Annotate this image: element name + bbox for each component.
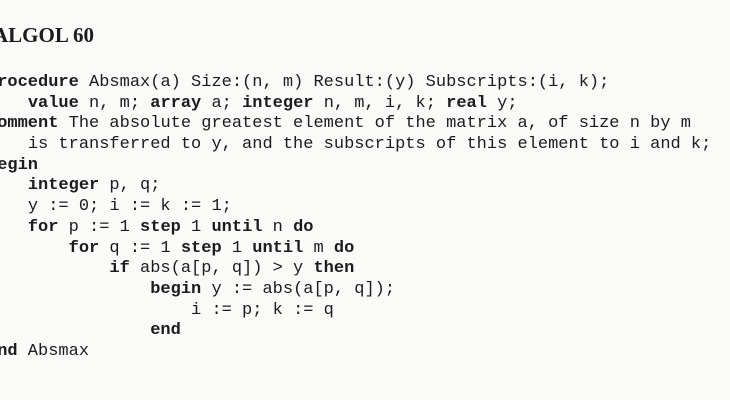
code-keyword: for — [27, 217, 59, 237]
code-listing: procedure Absmax(a) Size:(n, m) Result:(… — [0, 73, 711, 363]
code-text: p, q; — [99, 176, 161, 196]
code-text: n, m, i, k; — [313, 93, 447, 113]
code-keyword: do — [293, 217, 314, 237]
code-line: for q := 1 step 1 until m do — [0, 239, 711, 260]
code-line: end — [0, 321, 711, 342]
code-line: end Absmax — [0, 342, 711, 363]
code-line: comment The absolute greatest element of… — [0, 114, 711, 135]
code-text: q := 1 — [99, 238, 181, 258]
code-text: p := 1 — [58, 217, 141, 237]
code-keyword: end — [0, 341, 18, 361]
code-line: integer p, q; — [0, 176, 711, 197]
code-keyword: array — [150, 93, 202, 113]
section-heading: ALGOL 60 — [0, 23, 94, 47]
code-text: Absmax(a) Size:(n, m) Result:(y) Subscri… — [78, 73, 610, 92]
code-text: i := p; k := q — [191, 300, 334, 320]
code-text: m — [303, 238, 334, 258]
code-line: procedure Absmax(a) Size:(n, m) Result:(… — [0, 73, 711, 94]
code-text: y := abs(a[p, q]); — [201, 279, 396, 299]
code-keyword: until — [211, 217, 263, 237]
code-keyword: step — [140, 217, 181, 237]
code-text: 1 — [221, 238, 253, 258]
code-text: abs(a[p, q]) > y — [129, 259, 314, 279]
code-text: y := 0; i := k := 1; — [27, 197, 232, 217]
code-line: y := 0; i := k := 1; — [0, 197, 711, 218]
code-keyword: value — [27, 93, 79, 113]
code-text: n — [262, 217, 294, 237]
code-text: 1 — [180, 217, 212, 237]
code-keyword: then — [313, 259, 355, 279]
code-line: value n, m; array a; integer n, m, i, k;… — [0, 94, 711, 115]
code-line: is transferred to y, and the subscripts … — [0, 135, 712, 156]
code-text: n, m; — [78, 93, 151, 113]
code-line: begin y := abs(a[p, q]); — [0, 280, 711, 301]
code-line: if abs(a[p, q]) > y then — [0, 259, 711, 280]
code-text: a; — [201, 93, 243, 113]
code-keyword: if — [109, 259, 130, 279]
code-keyword: integer — [242, 93, 314, 113]
code-text: y; — [486, 93, 518, 113]
code-keyword: for — [68, 238, 100, 258]
code-keyword: begin — [150, 279, 202, 299]
code-keyword: real — [446, 93, 487, 113]
code-line: begin — [0, 156, 711, 177]
code-text: The absolute greatest element of the mat… — [58, 114, 691, 134]
page: { "heading": "ALGOL 60", "code_lines": [… — [0, 0, 730, 400]
code-keyword: procedure — [0, 73, 79, 92]
code-line: for p := 1 step 1 until n do — [0, 218, 711, 239]
code-keyword: end — [150, 321, 181, 341]
code-line: i := p; k := q — [0, 301, 711, 322]
code-keyword: integer — [27, 176, 100, 196]
code-keyword: step — [180, 238, 222, 258]
code-keyword: begin — [0, 155, 39, 175]
code-keyword: comment — [0, 114, 59, 134]
code-text: is transferred to y, and the subscripts … — [27, 135, 712, 155]
code-keyword: until — [252, 238, 304, 258]
code-text: Absmax — [17, 341, 90, 361]
code-keyword: do — [333, 238, 355, 258]
